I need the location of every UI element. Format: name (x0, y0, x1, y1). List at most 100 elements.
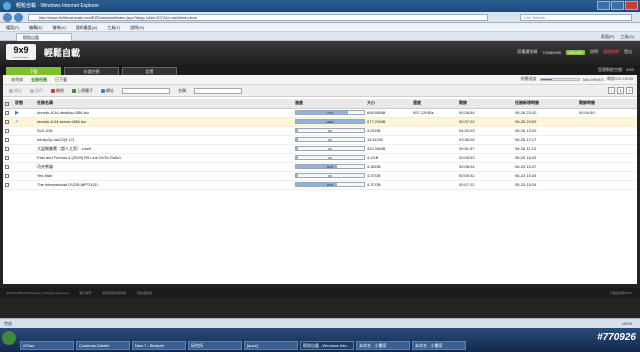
tab-storage[interactable]: 存儲空間 (64, 67, 119, 75)
row-status (13, 180, 35, 190)
taskbar-item[interactable]: #Thao (20, 341, 74, 350)
pause-button[interactable]: 暫停 (30, 88, 43, 94)
upload-icon (72, 88, 76, 93)
row-name[interactable]: SLK-038 (35, 126, 293, 136)
table-row[interactable]: 功夫熊貓 60% 4.35GB 00:08:04 06-23 15:37 (3, 162, 637, 172)
logout-link[interactable]: 登出 (624, 49, 632, 55)
name-input[interactable] (194, 87, 242, 94)
prev-page-button[interactable]: ‹ (608, 87, 615, 94)
row-checkbox-cell[interactable] (3, 144, 13, 154)
row-checkbox[interactable] (5, 155, 9, 160)
subtab-all[interactable]: 全部任務 (31, 77, 47, 83)
row-checkbox[interactable] (5, 173, 9, 178)
row-checkbox-cell[interactable] (3, 135, 13, 145)
col-name[interactable]: 任務名稱 (35, 99, 293, 109)
url-input[interactable] (122, 87, 170, 94)
logo-text: 9x9 (13, 45, 29, 55)
row-status (13, 126, 35, 136)
footer-link[interactable]: 關於我們 (79, 291, 91, 295)
taskbar-item[interactable]: 研究所 (188, 341, 242, 350)
next-page-button[interactable]: › (626, 87, 633, 94)
browser-tab[interactable]: 輕鬆自載 (16, 33, 72, 41)
table-row[interactable]: ✓ ubuntu-8.04-server-i386.iso 100% 577.21MB… (3, 117, 637, 127)
tools-menu[interactable]: 工具(O) (620, 33, 634, 40)
col-remain[interactable]: 剩餘 (457, 99, 513, 109)
row-checkbox-cell[interactable] (3, 171, 13, 181)
search-input[interactable]: Live Search (520, 14, 632, 21)
back-icon[interactable] (3, 13, 12, 22)
maximize-button[interactable] (611, 1, 624, 10)
tab-download[interactable]: 下載 (6, 67, 61, 75)
app-header: 9x9 Download Engine 輕鬆自載 設備識別碼 7G080090 … (0, 41, 640, 65)
menu-item[interactable]: 我的最愛(A) (76, 23, 97, 31)
page-menu[interactable]: 頁面(P) (601, 33, 614, 40)
tab-settings[interactable]: 設置 (122, 67, 177, 75)
start-menu-button[interactable] (2, 331, 16, 345)
row-name[interactable]: The International DVDR-MPTDVD (35, 180, 293, 190)
url-field[interactable]: http://www.9x9download.com/EZDownload/in… (28, 14, 488, 21)
row-name[interactable]: ubuntu-8.04-desktop-i386.iso (35, 108, 293, 118)
footer-right-link[interactable]: 下載設置軟件ZIP (609, 288, 632, 298)
menu-item[interactable]: 檔案(F) (6, 23, 19, 31)
row-checkbox-cell[interactable] (3, 117, 13, 127)
table-row[interactable]: ▶ ubuntu-8.04-desktop-i386.iso 77% 698.00MB… (3, 108, 637, 118)
taskbar-item[interactable]: New 7 - Beispiel (132, 341, 186, 350)
add-url-button[interactable]: 網址 (101, 88, 114, 94)
footer-link[interactable]: 使用者條款與規章 (102, 291, 126, 295)
page-number[interactable]: 1 (617, 87, 624, 94)
select-all-header[interactable] (3, 99, 13, 109)
row-checkbox[interactable] (5, 110, 9, 115)
col-eta[interactable]: 剩餘時間 (577, 99, 637, 109)
select-all-checkbox[interactable] (5, 101, 9, 106)
row-name[interactable]: Fast and Furious 4 (2009) R5 Line DVDr-S… (35, 153, 293, 163)
row-name[interactable]: 大盜賊集團（超人之家）.rmvb (35, 144, 293, 154)
row-checkbox[interactable] (5, 128, 9, 133)
row-checkbox[interactable] (5, 146, 9, 151)
start-button[interactable]: 開始 (9, 88, 22, 94)
row-checkbox-cell[interactable] (3, 162, 13, 172)
col-size[interactable]: 大小 (365, 99, 411, 109)
menu-item[interactable]: 檢視(V) (52, 23, 65, 31)
col-progress[interactable]: 進度 (293, 99, 365, 109)
delete-button[interactable]: 刪除 (51, 88, 64, 94)
row-checkbox[interactable] (5, 137, 9, 142)
table-row[interactable]: SLK-038 3% 4.02GB 04:30:03 06-26 13:20 (3, 126, 637, 136)
table-row[interactable]: The International DVDR-MPTDVD 60% 4.37GB 00… (3, 180, 637, 190)
row-name[interactable]: ubuntu-8.04-server-i386.iso (35, 117, 293, 127)
col-added[interactable]: 任務新增時間 (513, 99, 577, 109)
help-link[interactable]: 說明 (590, 49, 598, 55)
upload-seed-button[interactable]: 上傳種子 (72, 88, 93, 94)
taskbar-item[interactable]: 未命名 - 小畫家 (356, 341, 410, 350)
row-checkbox[interactable] (5, 164, 9, 169)
row-checkbox[interactable] (5, 182, 9, 187)
table-row[interactable]: Yes Man 3% 4.37GB 00:05:32 06-23 15:34 (3, 171, 637, 181)
row-checkbox-cell[interactable] (3, 180, 13, 190)
table-row[interactable]: Fast and Furious 4 (2009) R5 Line DVDr-S… (3, 153, 637, 163)
forward-icon[interactable] (14, 13, 23, 22)
row-progress: 3% (293, 153, 365, 163)
row-checkbox[interactable] (5, 119, 9, 124)
menu-item[interactable]: 說明(H) (130, 23, 144, 31)
subtab-unfinished[interactable]: 未完成 (11, 77, 23, 83)
zoom-level[interactable]: 100% (622, 319, 632, 328)
subtab-downloaded[interactable]: 已下載 (55, 77, 67, 83)
menu-item[interactable]: 編輯(E) (29, 23, 42, 31)
taskbar-item[interactable]: 輕鬆自載 - Windows Inte... (300, 341, 354, 350)
table-row[interactable]: minitp2p-ran22(9.17) 3% 14.51GB 03:36:09 06-… (3, 135, 637, 145)
taskbar-item[interactable]: [quoc] (244, 341, 298, 350)
row-checkbox-cell[interactable] (3, 126, 13, 136)
col-status[interactable]: 狀態 (13, 99, 35, 109)
taskbar-item[interactable]: Costenas Detalle (76, 341, 130, 350)
row-checkbox-cell[interactable] (3, 108, 13, 118)
col-speed[interactable]: 速度 (411, 99, 457, 109)
row-checkbox-cell[interactable] (3, 153, 13, 163)
close-button[interactable] (625, 1, 638, 10)
taskbar-item[interactable]: 未命名 - 小畫家 (412, 341, 466, 350)
row-name[interactable]: minitp2p-ran22(9.17) (35, 135, 293, 145)
row-name[interactable]: Yes Man (35, 171, 293, 181)
row-name[interactable]: 功夫熊貓 (35, 162, 293, 172)
table-row[interactable]: 大盜賊集團（超人之家）.rmvb 3% 432.94MB 00:51:57 06-26 … (3, 144, 637, 154)
footer-link[interactable]: 隱私權政策 (137, 291, 152, 295)
menu-item[interactable]: 工具(T) (107, 23, 120, 31)
minimize-button[interactable] (597, 1, 610, 10)
